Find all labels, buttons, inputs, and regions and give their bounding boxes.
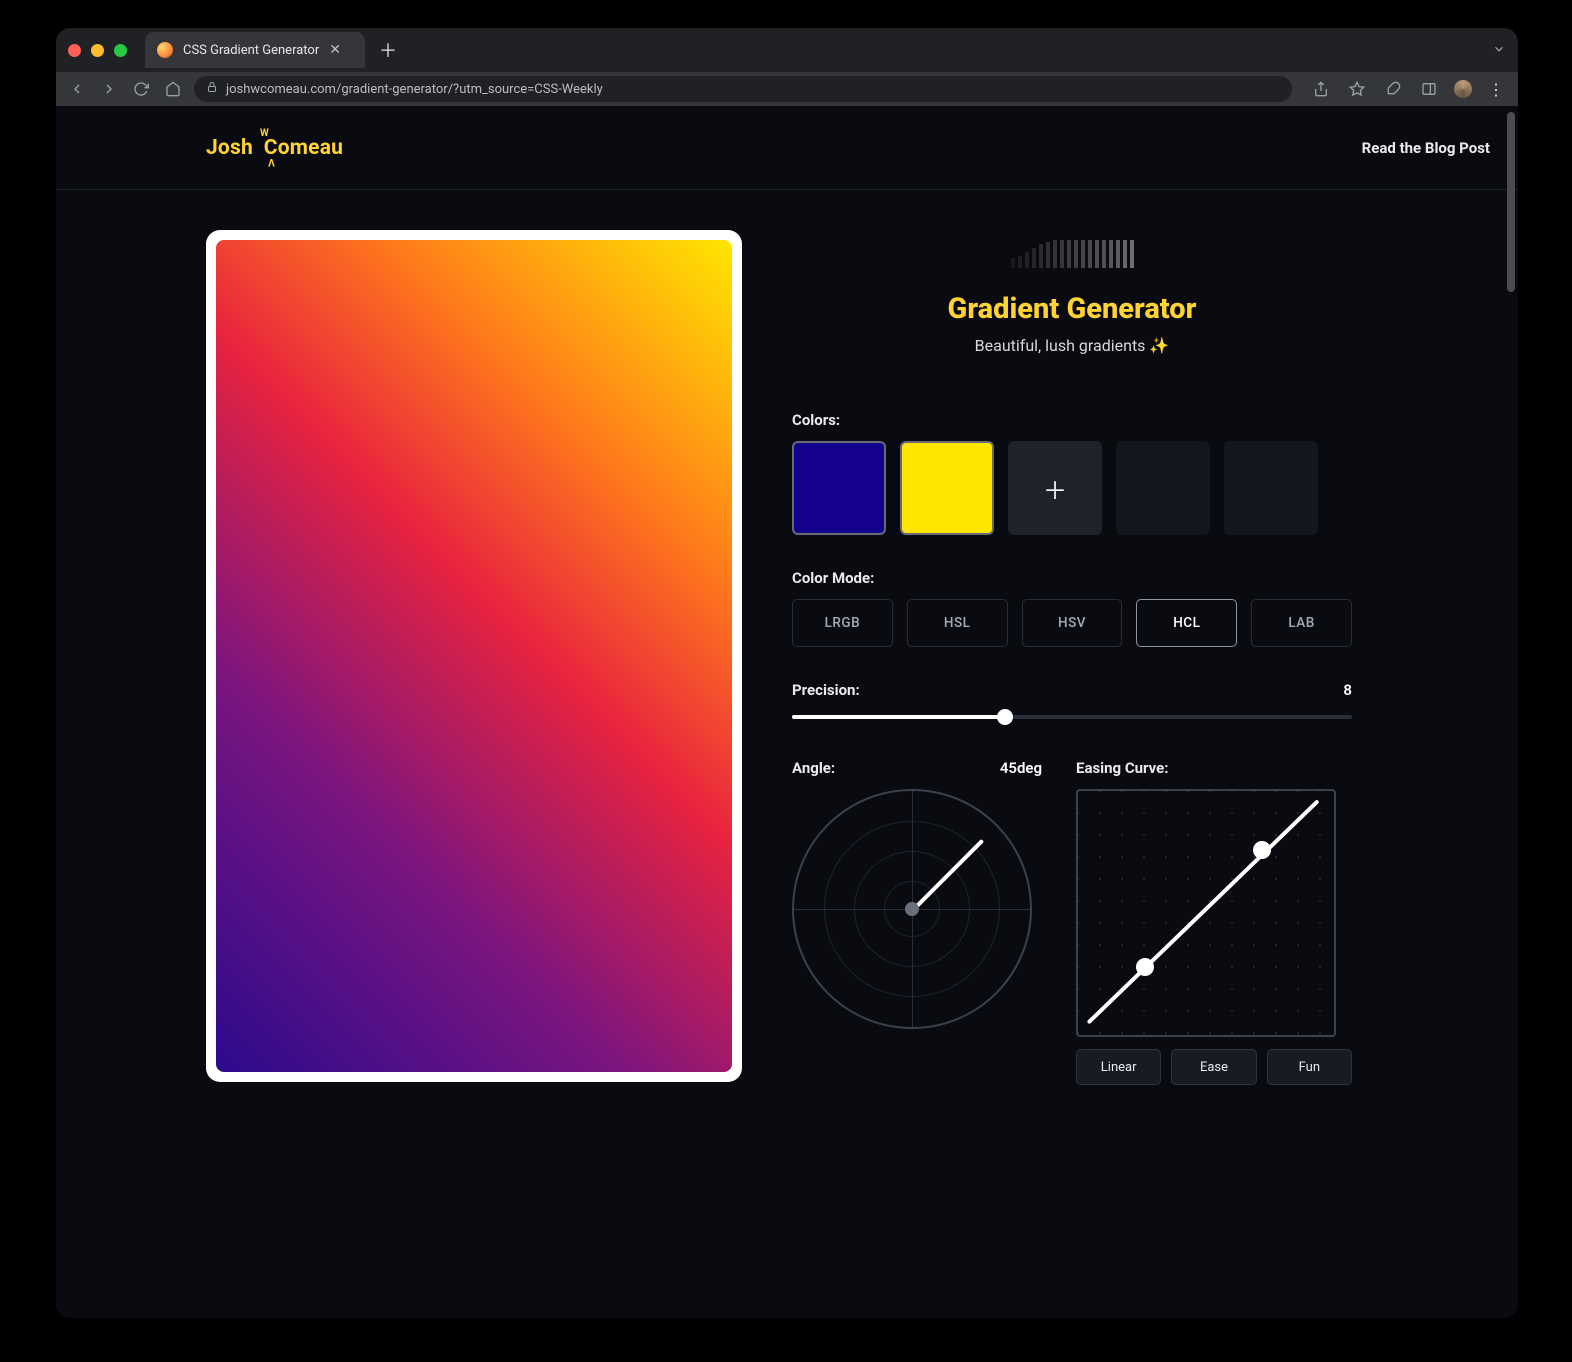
easing-label: Easing Curve:: [1076, 759, 1169, 777]
easing-handle-1[interactable]: [1136, 958, 1154, 976]
forward-button[interactable]: [98, 78, 120, 100]
color-swatch-1[interactable]: [792, 441, 886, 535]
color-slot-empty: [1224, 441, 1318, 535]
url-text: joshwcomeau.com/gradient-generator/?utm_…: [226, 82, 603, 97]
color-mode-row: LRGB HSL HSV HCL LAB: [792, 599, 1352, 647]
angle-dial[interactable]: [792, 789, 1032, 1029]
logo-last: Comeau: [264, 136, 343, 160]
toolbar-right: ⋮: [1310, 78, 1508, 100]
bookmark-button[interactable]: [1346, 78, 1368, 100]
slider-thumb[interactable]: [997, 709, 1013, 725]
color-mode-lrgb[interactable]: LRGB: [792, 599, 893, 647]
color-mode-hcl[interactable]: HCL: [1136, 599, 1237, 647]
address-bar[interactable]: joshwcomeau.com/gradient-generator/?utm_…: [194, 76, 1292, 102]
precision-value: 8: [1343, 681, 1352, 699]
angle-label: Angle:: [792, 759, 835, 777]
main-content: Gradient Generator Beautiful, lush gradi…: [56, 190, 1518, 1125]
precision-slider[interactable]: [792, 715, 1352, 719]
scrollbar[interactable]: [1507, 112, 1515, 292]
precision-section: Precision: 8: [792, 681, 1352, 719]
panel-button[interactable]: [1418, 78, 1440, 100]
color-mode-hsv[interactable]: HSV: [1022, 599, 1123, 647]
easing-preset-linear[interactable]: Linear: [1076, 1049, 1161, 1085]
color-mode-hsl[interactable]: HSL: [907, 599, 1008, 647]
window-controls: [68, 44, 127, 57]
color-slot-empty: [1116, 441, 1210, 535]
color-swatch-2[interactable]: [900, 441, 994, 535]
color-mode-lab[interactable]: LAB: [1251, 599, 1352, 647]
color-swatches-row: ＋: [792, 441, 1352, 535]
gradient-preview: [216, 240, 732, 1072]
menu-button[interactable]: ⋮: [1486, 78, 1508, 100]
close-window-button[interactable]: [68, 44, 81, 57]
easing-handle-2[interactable]: [1253, 841, 1271, 859]
page-viewport: Josh Comeau WV Read the Blog Post Gradie…: [56, 106, 1518, 1318]
new-tab-button[interactable]: ＋: [375, 37, 401, 63]
angle-center-dot: [905, 902, 919, 916]
controls-panel: Gradient Generator Beautiful, lush gradi…: [792, 230, 1352, 1085]
browser-toolbar: joshwcomeau.com/gradient-generator/?utm_…: [56, 72, 1518, 106]
minimize-window-button[interactable]: [91, 44, 104, 57]
add-color-button[interactable]: ＋: [1008, 441, 1102, 535]
decorative-barcode: [792, 238, 1352, 268]
colors-label: Colors:: [792, 411, 840, 429]
easing-curve-editor[interactable]: [1076, 789, 1336, 1037]
browser-tab[interactable]: CSS Gradient Generator ✕: [145, 32, 365, 68]
precision-label: Precision:: [792, 681, 860, 699]
share-button[interactable]: [1310, 78, 1332, 100]
profile-avatar[interactable]: [1454, 80, 1472, 98]
gradient-preview-frame: [206, 230, 742, 1082]
logo-first: Josh: [206, 136, 253, 160]
site-header: Josh Comeau WV Read the Blog Post: [56, 106, 1518, 190]
close-tab-button[interactable]: ✕: [329, 43, 341, 57]
site-logo[interactable]: Josh Comeau WV: [206, 136, 343, 160]
tab-title: CSS Gradient Generator: [183, 43, 319, 58]
favicon-icon: [157, 42, 173, 58]
page-subtitle: Beautiful, lush gradients ✨: [792, 336, 1352, 355]
easing-presets-row: Linear Ease Fun: [1076, 1049, 1352, 1085]
browser-window: CSS Gradient Generator ✕ ＋ joshwcomeau.c…: [56, 28, 1518, 1318]
home-button[interactable]: [162, 78, 184, 100]
angle-value: 45deg: [1000, 759, 1042, 777]
tab-overflow-button[interactable]: [1492, 41, 1506, 60]
reload-button[interactable]: [130, 78, 152, 100]
easing-preset-fun[interactable]: Fun: [1267, 1049, 1352, 1085]
extensions-button[interactable]: [1382, 78, 1404, 100]
color-mode-label: Color Mode:: [792, 569, 874, 587]
blog-post-link[interactable]: Read the Blog Post: [1362, 139, 1490, 157]
page-title: Gradient Generator: [792, 292, 1352, 326]
back-button[interactable]: [66, 78, 88, 100]
maximize-window-button[interactable]: [114, 44, 127, 57]
lock-icon: [206, 81, 218, 97]
tab-strip: CSS Gradient Generator ✕ ＋: [56, 28, 1518, 72]
plus-icon: ＋: [1043, 471, 1067, 506]
easing-preset-ease[interactable]: Ease: [1171, 1049, 1256, 1085]
